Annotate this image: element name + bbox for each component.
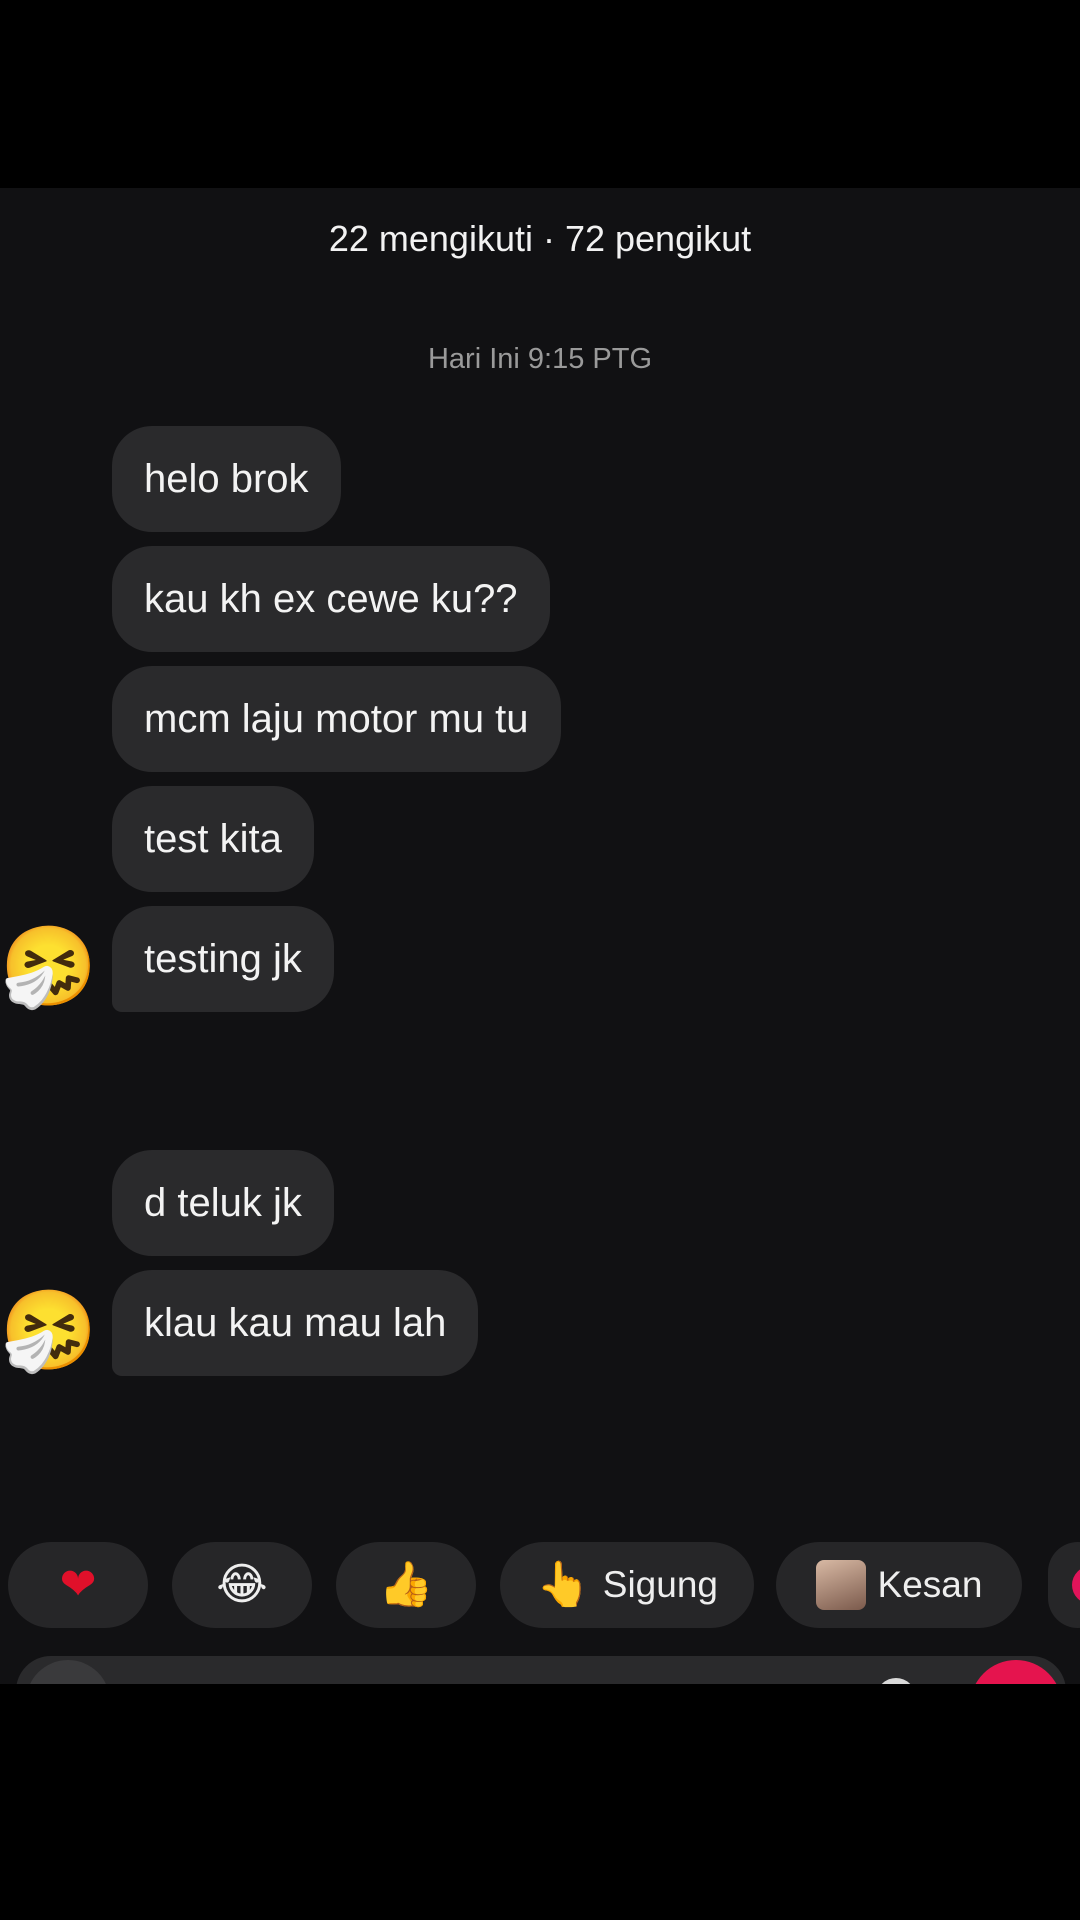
tears-of-joy-icon: 😂 [216,1560,268,1609]
reaction-chip-kesan[interactable]: Kesan [776,1542,1022,1628]
reaction-chip-sigung[interactable]: 👆 Sigung [500,1542,754,1628]
pointing-hand-icon: 👆 [535,1560,591,1609]
follow-stats: 22 mengikuti · 72 pengikut [328,218,752,259]
message-bubble[interactable]: testing jk [112,906,334,1012]
profile-handle-cropped: ⁀⁀⁀⁀⁀ [0,188,1080,198]
message-input-bar[interactable] [16,1656,1066,1684]
message-bubble[interactable]: d teluk jk [112,1150,334,1256]
reaction-chip-more[interactable] [1048,1542,1080,1628]
reaction-chip-thumbs-up[interactable]: 👍 [336,1542,476,1628]
heart-icon: ❤ [59,1560,97,1609]
quick-reaction-bar: ❤ 😂 👍 👆 Sigung Kesan [8,1542,1080,1628]
photo-thumbnail-icon [815,1560,866,1610]
reaction-chip-laugh[interactable]: 😂 [172,1542,312,1628]
message-bubble[interactable]: klau kau mau lah [112,1270,479,1376]
message-bubble[interactable]: helo brok [112,426,341,532]
reaction-chip-label: Sigung [602,1564,718,1605]
chat-screen: ⁀⁀⁀⁀⁀ 22 mengikuti · 72 pengikut Hari In… [0,188,1080,1684]
thumbs-up-icon: 👍 [378,1560,434,1609]
sender-avatar-sneezing-face-icon[interactable]: 🤧 [0,920,97,1012]
message-bubble[interactable]: kau kh ex cewe ku?? [112,546,550,652]
message-timestamp: Hari Ini 9:15 PTG [427,343,653,375]
reaction-chip-heart[interactable]: ❤ [8,1542,148,1628]
message-bubble[interactable]: mcm laju motor mu tu [112,666,561,772]
message-bubble[interactable]: test kita [112,786,314,892]
reaction-chip-label: Kesan [877,1564,983,1605]
sender-avatar-sneezing-face-icon[interactable]: 🤧 [0,1284,97,1376]
